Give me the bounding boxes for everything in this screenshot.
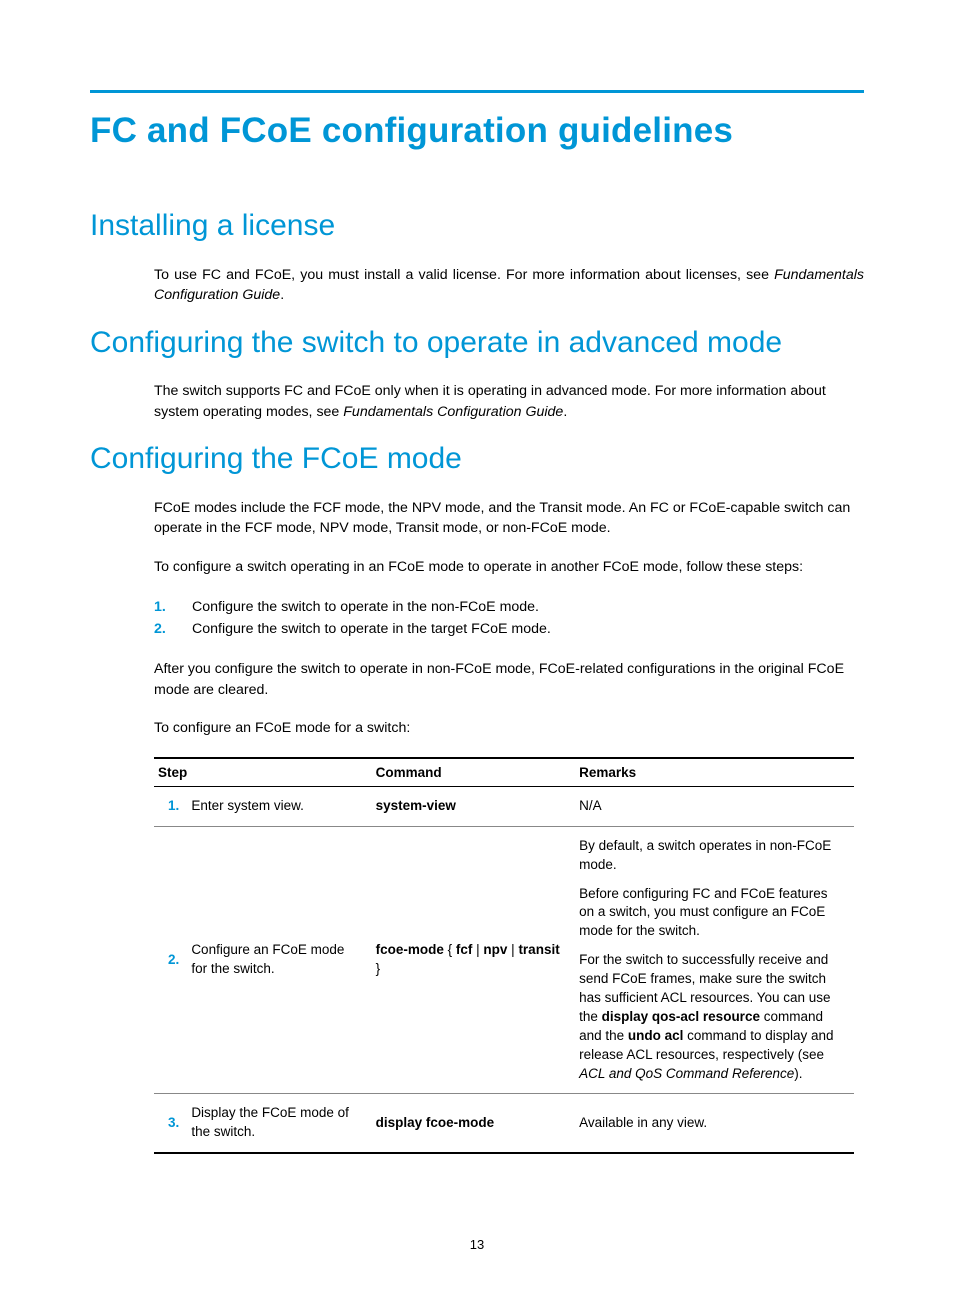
command-cell: display fcoe-mode <box>372 1094 576 1153</box>
step-number: 2. <box>154 826 187 1094</box>
command-cell: system-view <box>372 786 576 826</box>
step-desc: Configure an FCoE mode for the switch. <box>187 826 371 1094</box>
reference-title: ACL and QoS Command Reference <box>579 1066 794 1081</box>
command-cell: fcoe-mode { fcf | npv | transit } <box>372 826 576 1094</box>
remarks-para: Before configuring FC and FCoE features … <box>579 885 846 942</box>
cmd-token: transit <box>518 942 559 957</box>
text: . <box>563 404 567 420</box>
remarks-para: For the switch to successfully receive a… <box>579 951 846 1083</box>
cmd-token: fcf <box>456 942 473 957</box>
remarks-cell: By default, a switch operates in non-FCo… <box>575 826 854 1094</box>
cmd-inline: undo acl <box>628 1028 684 1043</box>
col-step-header: Step <box>154 758 372 787</box>
fcoe-steps-list: Configure the switch to operate in the n… <box>90 596 864 641</box>
cmd-sep: { <box>444 942 456 957</box>
heading-fcoe-mode: Configuring the FCoE mode <box>90 440 864 478</box>
col-command-header: Command <box>372 758 576 787</box>
cmd-token: npv <box>483 942 507 957</box>
cmd-sep: | <box>507 942 518 957</box>
cmd-sep: } <box>376 961 381 976</box>
fcoe-p3: After you configure the switch to operat… <box>90 659 864 700</box>
heading-licensing: Installing a license <box>90 207 864 245</box>
top-rule <box>90 90 864 93</box>
cmd-inline: display qos-acl resource <box>602 1009 760 1024</box>
list-item: Configure the switch to operate in the t… <box>154 618 864 641</box>
licensing-body: To use FC and FCoE, you must install a v… <box>90 265 864 306</box>
reference-title: Fundamentals Configuration Guide <box>343 404 563 420</box>
fcoe-p1: FCoE modes include the FCF mode, the NPV… <box>90 498 864 539</box>
remarks-para: By default, a switch operates in non-FCo… <box>579 837 846 875</box>
fcoe-p4: To configure an FCoE mode for a switch: <box>90 718 864 739</box>
step-number: 1. <box>154 786 187 826</box>
cmd-sep: | <box>472 942 483 957</box>
step-desc: Display the FCoE mode of the switch. <box>187 1094 371 1153</box>
list-item: Configure the switch to operate in the n… <box>154 596 864 619</box>
remarks-cell: N/A <box>575 786 854 826</box>
text: . <box>280 287 284 303</box>
remarks-cell: Available in any view. <box>575 1094 854 1153</box>
cmd-token: fcoe-mode <box>376 942 444 957</box>
page-title: FC and FCoE configuration guidelines <box>90 111 864 151</box>
step-desc: Enter system view. <box>187 786 371 826</box>
advanced-body: The switch supports FC and FCoE only whe… <box>90 381 864 422</box>
text: ). <box>794 1066 802 1081</box>
config-table: Step Command Remarks 1. Enter system vie… <box>154 757 854 1154</box>
table-header-row: Step Command Remarks <box>154 758 854 787</box>
step-number: 3. <box>154 1094 187 1153</box>
page-number: 13 <box>0 1237 954 1252</box>
table-row: 2. Configure an FCoE mode for the switch… <box>154 826 854 1094</box>
table-row: 3. Display the FCoE mode of the switch. … <box>154 1094 854 1153</box>
fcoe-p2: To configure a switch operating in an FC… <box>90 557 864 578</box>
col-remarks-header: Remarks <box>575 758 854 787</box>
text: To use FC and FCoE, you must install a v… <box>154 267 774 283</box>
heading-advanced-mode: Configuring the switch to operate in adv… <box>90 324 864 362</box>
table-row: 1. Enter system view. system-view N/A <box>154 786 854 826</box>
